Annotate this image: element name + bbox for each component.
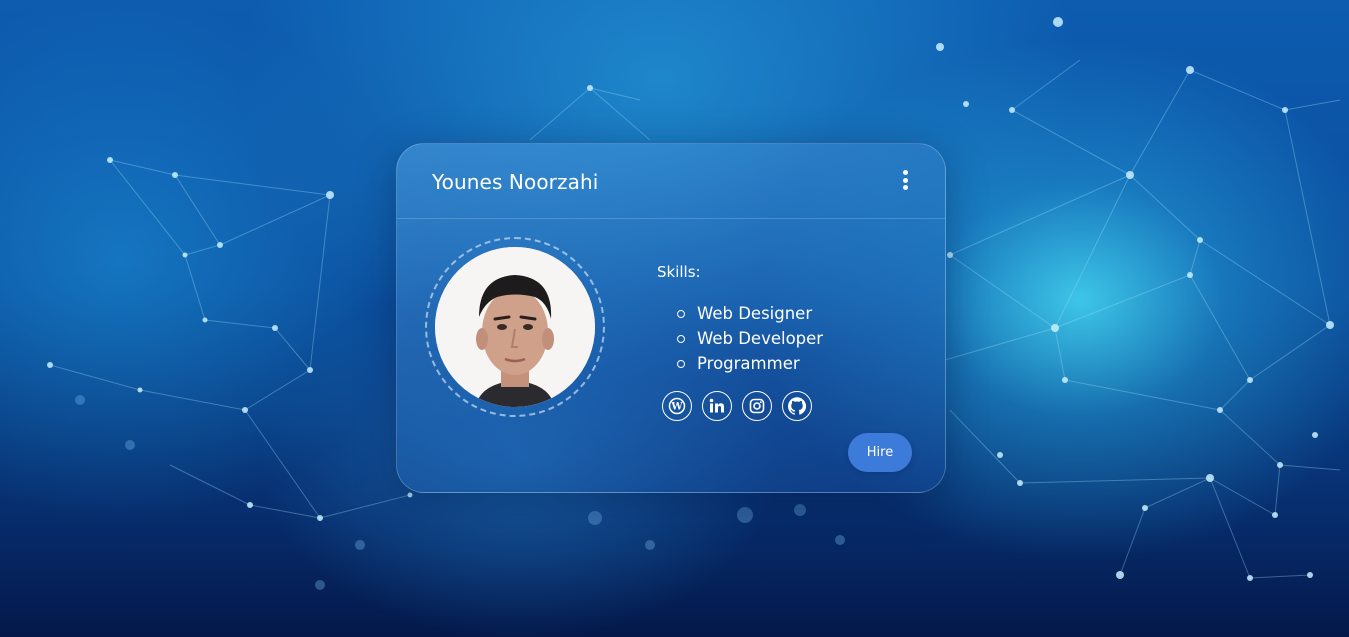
linkedin-link[interactable] — [702, 391, 732, 421]
skills-title: Skills: — [657, 263, 701, 281]
wordpress-icon: W — [668, 397, 686, 415]
github-icon — [788, 397, 806, 415]
social-links: W — [662, 391, 812, 421]
skill-item: Web Designer — [677, 301, 823, 326]
skills-list: Web Designer Web Developer Programmer — [677, 301, 823, 376]
kebab-menu-icon — [902, 170, 908, 175]
profile-name: Younes Noorzahi — [432, 170, 599, 194]
skill-item: Programmer — [677, 351, 823, 376]
skill-item: Web Developer — [677, 326, 823, 351]
instagram-icon — [749, 398, 765, 414]
profile-card: Younes Noorzahi Skills: Web Designer Web… — [396, 143, 946, 493]
instagram-link[interactable] — [742, 391, 772, 421]
more-options-button[interactable] — [899, 170, 911, 194]
avatar-ring — [425, 237, 605, 417]
github-link[interactable] — [782, 391, 812, 421]
card-header: Younes Noorzahi — [397, 144, 945, 219]
hire-button[interactable]: Hire — [848, 433, 912, 472]
svg-text:W: W — [670, 402, 683, 413]
profile-photo — [435, 247, 595, 407]
linkedin-icon — [709, 398, 724, 413]
wordpress-link[interactable]: W — [662, 391, 692, 421]
avatar — [435, 247, 595, 407]
